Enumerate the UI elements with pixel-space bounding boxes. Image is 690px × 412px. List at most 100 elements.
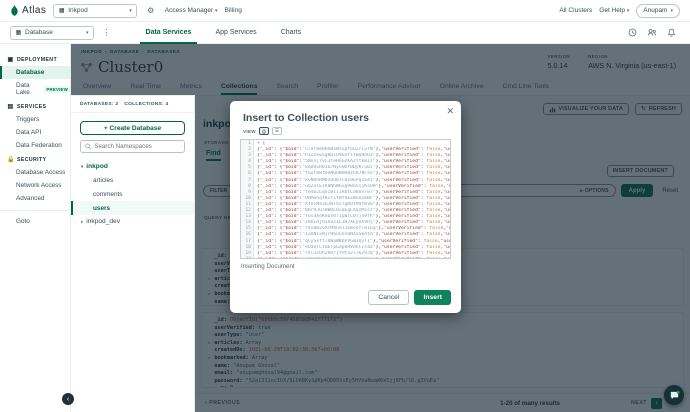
chat-bubble-icon [669,390,680,401]
org-name: Inkpod [68,7,126,14]
subnav-tab-data-services[interactable]: Data Services [134,22,204,44]
namespace-search[interactable] [80,140,185,153]
sidebar-item-triggers[interactable]: Triggers [0,113,70,126]
sidebar-item-label: Database [16,69,44,76]
sidebar-item-database[interactable]: Database [0,66,70,79]
cancel-button[interactable]: Cancel [368,290,409,305]
line-number: 20 [241,257,251,259]
code-token: false [426,147,440,152]
org-grid-icon: ▦ [58,7,65,14]
kebab-menu-icon[interactable]: ⋮ [100,26,114,40]
code-token: false [426,196,440,201]
code-token: "userVerified" [381,165,421,170]
sidebar-item-label: Network Access [16,182,61,189]
view-toggle: VIEW {} ☰ [243,127,282,135]
tree-database-inkpod[interactable]: ▾inkpod [71,160,194,173]
sidebar-item-data-api[interactable]: Data API [0,126,70,139]
editor-code[interactable]: ▾ [{"_id": {"$oid":"u7or8eRRABxN5xpfGQ2r… [254,140,450,258]
tree-database-inkpod_dev[interactable]: ▸inkpod_dev [71,215,194,228]
chevron-right-icon: ▸ [81,219,83,225]
section-title: DEPLOYMENT [17,57,57,63]
org-selector[interactable]: ▦ Inkpod ▾ [53,4,137,18]
editor-line: {"_id": {"$oid":"uWnQf8RkXoPz4TgqLm2VdYc… [257,257,450,258]
chevron-down-icon: ▾ [129,8,132,14]
sidebar-item-label: Database Access [16,169,65,176]
code-token: "use [443,159,450,164]
code-token: "$oid" [282,202,299,207]
sidebar-item-data-lake[interactable]: Data LakePREVIEW [0,79,70,99]
code-token: "use [443,232,450,237]
json-view-button[interactable]: {} [259,127,269,135]
get-help-menu[interactable]: Get Help ▾ [599,7,629,14]
code-token: "use [446,184,450,189]
context-selector[interactable]: ▦ Database ▾ [10,26,94,40]
billing-link[interactable]: Billing [225,7,242,14]
all-clusters-link[interactable]: All Clusters [559,7,592,14]
list-view-button[interactable]: ☰ [272,127,282,135]
access-manager-link[interactable]: Access Manager ▾ [165,7,218,14]
database-name: inkpod_dev [86,218,120,225]
activity-feed-icon[interactable] [628,28,637,37]
code-token: false [426,165,440,170]
sidebar-item-data-federation[interactable]: Data Federation [0,139,70,152]
code-token: "uQ2olEIV8NhN6ug98o5ijKsOH" [302,184,378,189]
code-token: "_id" [260,208,274,213]
code-token: false [424,239,438,244]
code-token: "userVerified" [381,214,421,219]
code-token: false [426,178,440,183]
code-token: "use [443,208,450,213]
users-icon[interactable] [647,28,657,37]
search-input[interactable] [94,143,180,150]
support-chat-button[interactable] [664,385,684,405]
code-token: "userVerified" [381,245,421,250]
sidebar-item-label: Advanced [16,195,44,202]
code-token: "_id" [260,232,274,237]
code-token: "rVs082vArMAG91JemvofT81Gq" [302,226,378,231]
sidebar-item-label: Triggers [16,116,39,123]
code-token: "$oid" [282,220,299,225]
code-token: false [426,214,440,219]
code-token: false [429,226,443,231]
code-token: "use [443,251,450,256]
sidebar-collapse-button[interactable]: ‹ [62,393,74,405]
json-editor[interactable]: 1234567891011121314151617181920 ▾ [{"_id… [240,139,451,259]
sidebar-item-network-access[interactable]: Network Access [0,179,70,192]
code-token: "uWnQf8RkXoPz4TgqLm2VdYc1" [302,257,375,258]
databases-count: DATABASES: 2 [80,102,118,107]
code-token: "$oid" [282,171,299,176]
insert-document-modal: ✕ Insert to Collection users VIEW {} ☰ 1… [230,101,461,313]
bell-icon[interactable] [667,28,676,37]
code-token: "$oid" [282,208,299,213]
code-token: "$oid" [282,153,299,158]
sidebar-item-database-access[interactable]: Database Access [0,166,70,179]
close-icon[interactable]: ✕ [446,106,454,117]
code-token: "use [443,257,450,258]
chevron-down-icon: ▾ [81,164,83,170]
create-database-button[interactable]: + Create Database [80,121,185,135]
sidebar-item-goto[interactable]: Goto [0,215,70,228]
code-token: "IoUN1xNjrH6unonQNXoS6Atm" [302,232,375,237]
code-token: "_id" [260,184,274,189]
insert-button[interactable]: Insert [414,290,451,305]
code-token: "_id" [260,178,274,183]
user-menu[interactable]: Anupam ▾ [636,4,680,18]
code-token: "_id" [260,153,274,158]
product-tabs: Data ServicesApp ServicesCharts [134,22,314,44]
code-token: "_id" [260,257,274,258]
code-token: "$oid" [282,178,299,183]
subnav-tab-charts[interactable]: Charts [269,22,314,44]
code-token: false [426,257,440,258]
tree-collection-articles[interactable]: articles [71,173,194,187]
tree-collection-comments[interactable]: comments [71,187,194,201]
tree-collection-users[interactable]: users [71,201,194,215]
code-token: "86r9JOl8WQL8uqEgLAqzM1sz" [302,208,375,213]
org-settings-gear-icon[interactable]: ⚙ [144,4,158,18]
code-token: "_id" [260,165,274,170]
code-token: "userVerified" [381,147,421,152]
sidebar-item-advanced[interactable]: Advanced [0,192,70,205]
code-token: false [426,202,440,207]
code-token: "J8bLdjRIeuz1L3H7XEyohVRj" [302,220,375,225]
code-token: "$oid" [282,184,299,189]
subnav-tab-app-services[interactable]: App Services [203,22,268,44]
code-token: "ObMonqfkcF1t0fVEZWuOzmBF" [302,196,375,201]
